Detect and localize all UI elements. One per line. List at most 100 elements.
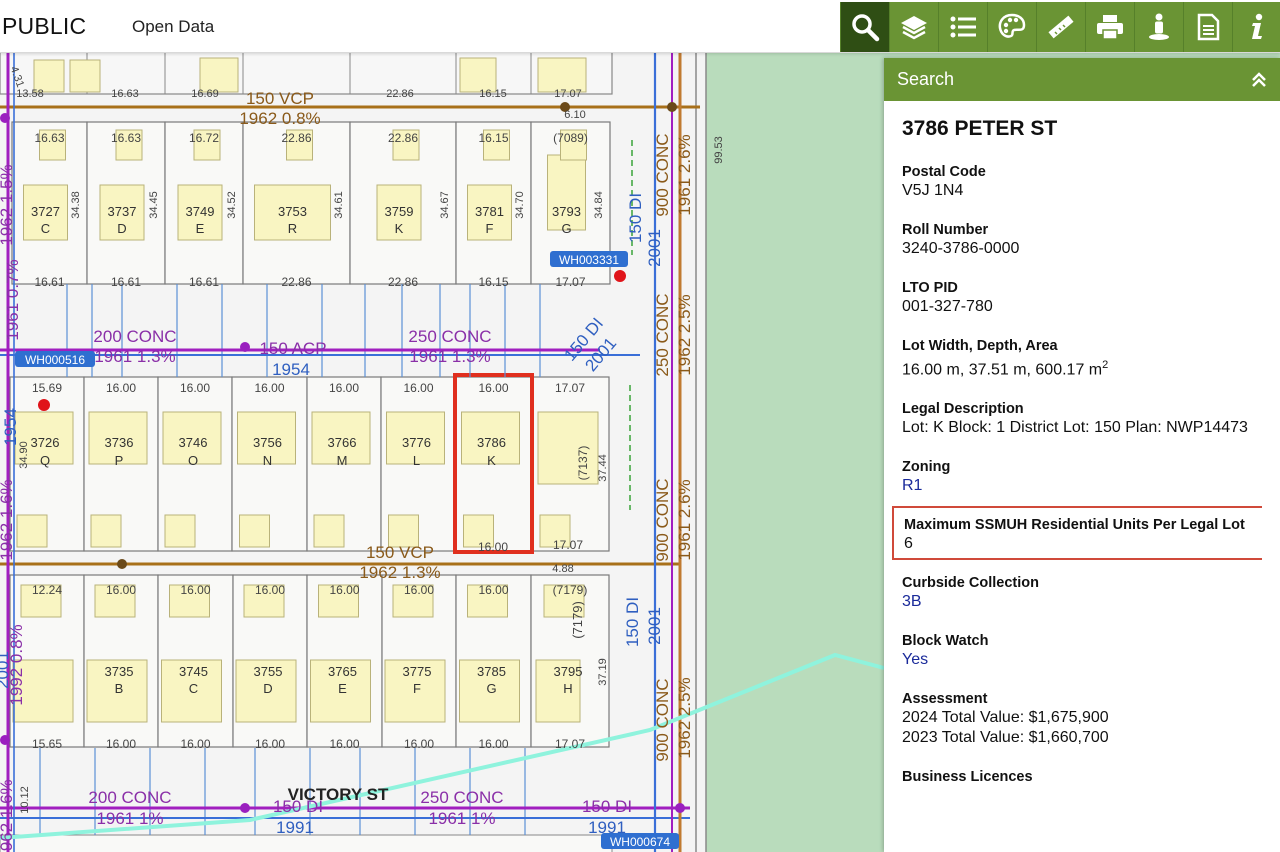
hydrant-id-label: WH003331	[559, 253, 619, 267]
lot-width-label: (7179)	[553, 583, 588, 597]
pipe-label: 1962 2.5%	[675, 677, 694, 758]
lot-width-label: 17.07	[554, 88, 582, 100]
block-watch-link[interactable]: Yes	[902, 650, 1262, 670]
manhole-marker	[240, 342, 250, 352]
pipe-label: 150 VCP	[366, 543, 434, 562]
layers-tool-button[interactable]	[889, 2, 938, 52]
lot-width-label: 22.86	[281, 131, 311, 145]
measure-icon	[1048, 15, 1074, 39]
building-footprint	[313, 514, 345, 548]
lot-address-number: 3795	[554, 664, 583, 679]
pipe-label: 150 DI	[582, 797, 632, 816]
lot-width-label: 16.00	[478, 737, 508, 751]
building-footprint	[69, 59, 101, 93]
lot-depth-label: 34.70	[514, 191, 526, 219]
lot-address-number: 3755	[254, 664, 283, 679]
measure-tool-button[interactable]	[1036, 2, 1085, 52]
field-label: Legal Description	[902, 401, 1024, 418]
curbside-link[interactable]: 3B	[902, 592, 1262, 612]
lot-width-label: 16.00	[180, 737, 210, 751]
pipe-label: 2001	[645, 229, 664, 267]
lot-depth-label: 34.67	[439, 191, 451, 219]
pipe-label: 2001	[0, 651, 12, 689]
zoning-field: Zoning R1	[902, 458, 1262, 496]
ssmuh-units-field: Maximum SSMUH Residential Units Per Lega…	[892, 506, 1262, 561]
building-footprint	[239, 514, 270, 548]
info-tool-button[interactable]	[1232, 2, 1280, 52]
lot-width-label: 16.00	[404, 583, 434, 597]
lot-letter: L	[413, 453, 420, 468]
search-panel: Search 3786 PETER ST Postal Code V5J 1N4…	[884, 58, 1280, 852]
lot-width-label: 16.00	[106, 583, 136, 597]
assessment-2024: 2024 Total Value: $1,675,900	[902, 709, 1109, 727]
assessment-2023: 2023 Total Value: $1,660,700	[902, 729, 1109, 747]
plan-label: (7179)	[570, 601, 585, 639]
lot-width-label: 16.63	[34, 131, 64, 145]
lot-width-label: 17.07	[555, 381, 585, 395]
lot-depth-label: 34.52	[226, 191, 238, 219]
zoning-link[interactable]: R1	[902, 476, 1262, 496]
panel-header[interactable]: Search	[884, 58, 1280, 101]
lot-width-label: 16.00	[180, 583, 210, 597]
lot-address-number: 3766	[328, 435, 357, 450]
legend-tool-button[interactable]	[938, 2, 987, 52]
lot-width-label: 16.69	[191, 88, 219, 100]
block-watch-field: Block Watch Yes	[902, 632, 1262, 670]
document-tool-button[interactable]	[1183, 2, 1232, 52]
lot-width-label: (7089)	[553, 131, 588, 145]
manhole-marker	[117, 559, 127, 569]
legal-description-field: Legal Description Lot: K Block: 1 Distri…	[902, 400, 1262, 438]
pipe-label: 1991	[588, 818, 626, 837]
roll-number-field: Roll Number 3240-3786-0000	[902, 221, 1262, 259]
panel-body: 3786 PETER ST Postal Code V5J 1N4 Roll N…	[884, 101, 1280, 786]
lot-address-number: 3749	[186, 204, 215, 219]
pipe-label: 1961 1.3%	[94, 347, 175, 366]
pipe-label: 900 CONC	[653, 478, 672, 561]
lot-address-number: 3745	[179, 664, 208, 679]
field-label: Maximum SSMUH Residential Units Per Lega…	[904, 517, 1245, 534]
lot-address-number: 3786	[477, 435, 506, 450]
manhole-marker	[675, 803, 685, 813]
lot-width-label: 16.00	[403, 381, 433, 395]
manhole-marker	[240, 803, 250, 813]
search-tool-button[interactable]	[840, 2, 889, 52]
lot-width-label: 17.07	[553, 538, 583, 552]
lot-size-field: Lot Width, Depth, Area 16.00 m, 37.51 m,…	[902, 337, 1262, 380]
lot-width-label: 16.00	[478, 540, 508, 554]
lot-width-label: 16.00	[478, 381, 508, 395]
lot-letter: C	[41, 221, 50, 236]
lot-width-label: 16.00	[329, 737, 359, 751]
pipe-label: 1954	[1, 408, 20, 446]
elevation-label: 99.53	[713, 136, 725, 164]
chevron-up-double-icon[interactable]	[1250, 71, 1268, 89]
app-title: PUBLIC	[2, 13, 87, 39]
curbside-collection-field: Curbside Collection 3B	[902, 574, 1262, 612]
lot-width-label: 16.61	[189, 275, 219, 289]
lot-width-label: 16.72	[189, 131, 219, 145]
palette-tool-button[interactable]	[987, 2, 1036, 52]
field-value: 16.00 m, 37.51 m, 600.17 m2	[902, 355, 1262, 380]
info-icon	[1252, 13, 1263, 39]
pipe-label: 1961 0.7%	[3, 259, 22, 340]
print-tool-button[interactable]	[1085, 2, 1134, 52]
lot-address-number: 3759	[385, 204, 414, 219]
open-data-link[interactable]: Open Data	[132, 17, 214, 37]
lot-depth-label: 34.45	[148, 191, 160, 219]
manhole-marker	[0, 735, 10, 745]
streetview-tool-button[interactable]	[1134, 2, 1183, 52]
pipe-label: 1962 1.6%	[0, 479, 16, 560]
lot-letter: O	[188, 453, 198, 468]
assessment-field: Assessment 2024 Total Value: $1,675,900 …	[902, 690, 1262, 748]
lot-address-number: 3737	[108, 204, 137, 219]
postal-code-field: Postal Code V5J 1N4	[902, 163, 1262, 201]
lot-letter: F	[413, 681, 421, 696]
lot-width-label: 22.86	[388, 275, 418, 289]
lot-width-label: 16.61	[34, 275, 64, 289]
lot-address-number: 3785	[477, 664, 506, 679]
block-bottom-strip	[0, 834, 613, 852]
pipe-label: 1954	[272, 360, 310, 379]
document-icon	[1197, 13, 1220, 41]
streetview-icon	[1149, 13, 1169, 40]
pipe-label: 2001	[645, 607, 664, 645]
lot-width-label: 15.65	[32, 737, 62, 751]
